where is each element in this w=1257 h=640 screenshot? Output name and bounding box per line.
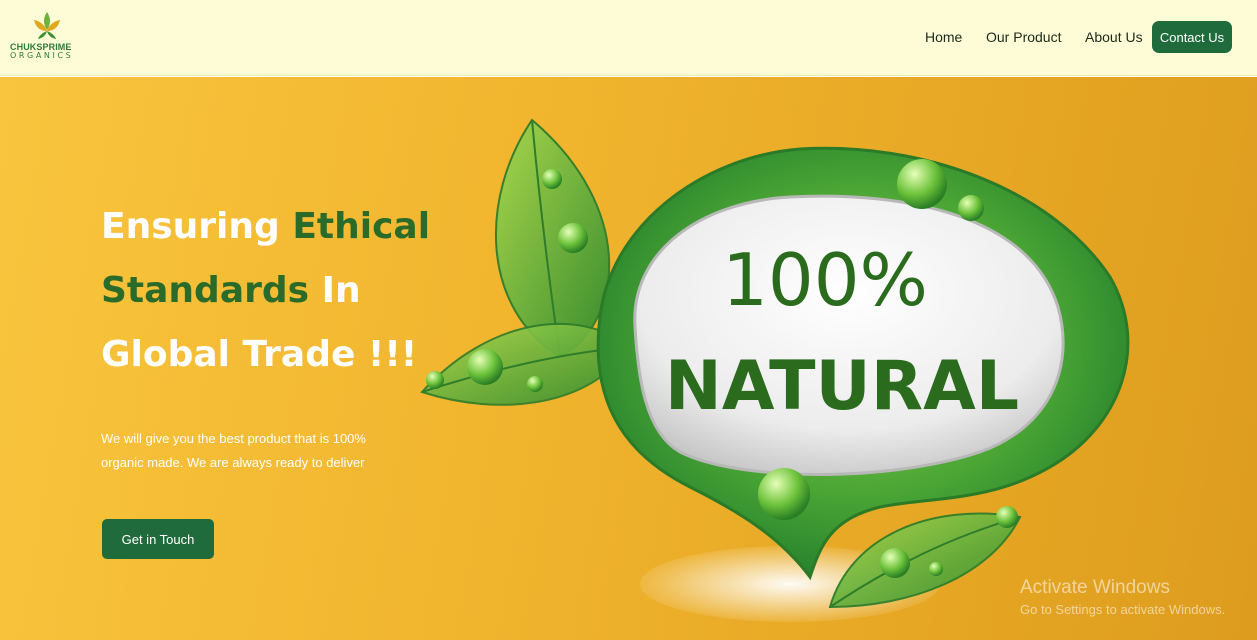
hero-headline: Ensuring Ethical Standards In Global Tra… [101,195,441,387]
hero-subtext: We will give you the best product that i… [101,431,366,470]
activate-windows-watermark: Activate Windows Go to Settings to activ… [1020,577,1225,617]
nav-our-product-link[interactable]: Our Product [986,29,1061,45]
contact-us-button[interactable]: Contact Us [1152,21,1232,53]
nav-home-link[interactable]: Home [925,29,962,45]
watermark-title: Activate Windows [1020,577,1170,598]
badge-line1: 100% [722,238,928,322]
brand-logo[interactable]: CHUKSPRIME ORGANICS [10,10,82,62]
hero-section: Ensuring Ethical Standards In Global Tra… [0,77,1257,640]
top-navbar: CHUKSPRIME ORGANICS Home Our Product Abo… [0,0,1257,76]
natural-leaf-badge-icon: 100% NATURAL [420,118,1130,622]
brand-subname: ORGANICS [10,51,74,60]
badge-line2: NATURAL [665,347,1019,426]
nav-about-us-link[interactable]: About Us [1085,29,1143,45]
leaf-logo-icon [34,12,60,39]
get-in-touch-button[interactable]: Get in Touch [102,519,214,559]
watermark-subtitle: Go to Settings to activate Windows. [1020,602,1226,617]
headline-part-1: Ensuring [101,206,293,247]
